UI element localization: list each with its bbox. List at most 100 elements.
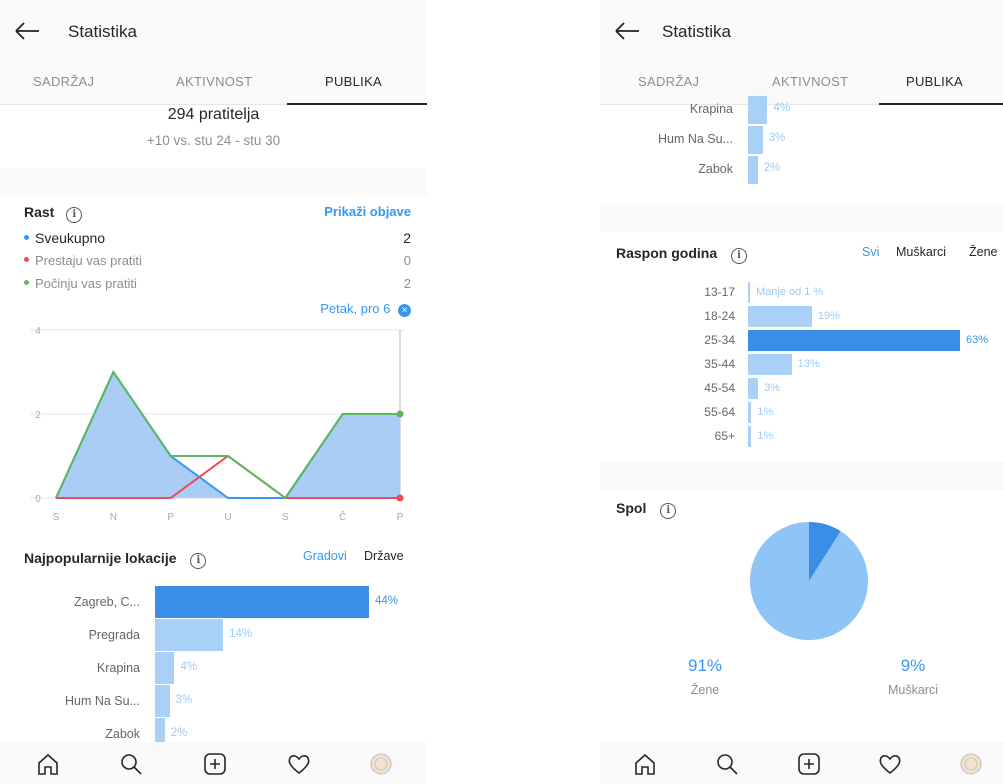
add-icon[interactable] <box>202 752 228 776</box>
section-divider <box>600 204 1003 232</box>
home-icon[interactable] <box>632 752 658 776</box>
age-label: 35-44 <box>704 357 735 371</box>
location-bar <box>155 586 369 618</box>
follow-point <box>396 410 404 418</box>
back-arrow-icon[interactable] <box>14 22 40 40</box>
tab-audience[interactable]: PUBLIKA <box>325 74 382 89</box>
search-icon[interactable] <box>118 752 144 776</box>
age-bar <box>748 354 792 375</box>
age-bar <box>748 306 812 327</box>
age-pct: 3% <box>764 382 780 394</box>
tab-activity[interactable]: AKTIVNOST <box>772 74 848 89</box>
legend-dot-red <box>24 257 29 263</box>
y-tick-label: 2 <box>35 410 41 421</box>
age-bar <box>748 330 960 351</box>
gender-title: Spol i <box>616 500 677 519</box>
profile-avatar[interactable] <box>368 752 394 776</box>
male-label: Muškarci <box>887 683 938 697</box>
back-arrow-icon[interactable] <box>614 22 640 40</box>
home-icon[interactable] <box>35 752 61 776</box>
age-bar <box>748 282 750 303</box>
x-tick-label: U <box>224 512 231 523</box>
tab-content[interactable]: SADRŽAJ <box>33 74 94 89</box>
tab-active-indicator <box>287 103 427 105</box>
location-bar <box>155 685 170 717</box>
tab-bar: SADRŽAJ AKTIVNOST PUBLIKA <box>0 62 427 105</box>
age-label: 55-64 <box>704 405 735 419</box>
follower-change: +10 vs. stu 24 - stu 30 <box>146 133 281 148</box>
y-tick-label: 4 <box>35 326 41 337</box>
section-divider <box>0 168 427 196</box>
growth-title: Rast i <box>24 204 83 223</box>
age-pct: 1% <box>757 430 774 442</box>
location-label: Krapina <box>96 661 140 675</box>
x-tick-label: S <box>282 512 289 523</box>
info-icon[interactable]: i <box>731 248 748 264</box>
filter-women[interactable]: Žene <box>969 245 998 259</box>
header: Statistika <box>0 0 427 62</box>
location-pct: 2% <box>170 727 188 739</box>
age-label: 13-17 <box>704 285 735 299</box>
legend-dot-green <box>24 280 29 286</box>
bottom-nav <box>600 742 1003 784</box>
info-icon[interactable]: i <box>66 207 83 223</box>
heart-icon[interactable] <box>286 752 312 776</box>
search-icon[interactable] <box>714 752 740 776</box>
age-pct: 1% <box>757 406 774 418</box>
location-pct: 4% <box>180 661 198 673</box>
x-tick-label: Č <box>339 510 346 523</box>
age-pct: Manje od 1 % <box>756 286 824 298</box>
add-icon[interactable] <box>796 752 822 776</box>
location-pct: 2% <box>763 162 781 174</box>
x-tick-label: P <box>397 512 404 523</box>
y-tick-label: 0 <box>35 494 41 505</box>
tab-activity[interactable]: AKTIVNOST <box>176 74 252 89</box>
info-icon[interactable]: i <box>660 503 677 519</box>
show-posts-link[interactable]: Prikaži objave <box>324 204 411 219</box>
close-icon[interactable]: × <box>398 304 411 317</box>
tab-audience[interactable]: PUBLIKA <box>906 74 963 89</box>
header: Statistika <box>600 0 1003 62</box>
age-pct: 13% <box>797 358 820 370</box>
location-bar <box>155 619 224 651</box>
legend-value: 2 <box>403 230 411 246</box>
location-label: Zagreb, C... <box>74 595 140 609</box>
location-label: Zabok <box>105 727 140 741</box>
selected-day-label: Petak, pro 6 <box>320 301 391 316</box>
filter-all[interactable]: Svi <box>862 245 879 259</box>
filter-countries[interactable]: Države <box>364 549 404 563</box>
filter-cities[interactable]: Gradovi <box>303 549 347 563</box>
location-pct: 4% <box>773 102 791 114</box>
heart-icon[interactable] <box>877 752 903 776</box>
age-pct: 19% <box>817 310 840 322</box>
age-label: 45-54 <box>704 381 735 395</box>
gender-pie-chart <box>750 522 868 640</box>
legend-row-follow: Počinju vas pratiti 2 <box>24 276 411 291</box>
growth-chart[interactable]: 0 2 4 S N P U S Č P <box>0 318 427 528</box>
legend-dot-blue <box>24 234 29 240</box>
location-label: Pregrada <box>88 628 140 642</box>
age-bar <box>748 378 759 399</box>
age-label: 65+ <box>714 429 735 443</box>
age-pct: 63% <box>966 334 989 346</box>
legend-value: 0 <box>403 253 411 268</box>
tab-content[interactable]: SADRŽAJ <box>638 74 699 89</box>
location-label: Hum Na Su... <box>657 132 733 146</box>
unfollow-point <box>396 494 404 502</box>
info-icon[interactable]: i <box>190 553 207 569</box>
age-title-text: Raspon godina <box>616 245 718 261</box>
filter-men[interactable]: Muškarci <box>896 245 946 259</box>
profile-avatar[interactable] <box>958 752 984 776</box>
x-tick-label: S <box>53 512 60 523</box>
location-pct: 3% <box>175 694 193 706</box>
legend-label: Počinju vas pratiti <box>35 276 137 291</box>
growth-title-text: Rast <box>24 204 55 220</box>
selected-day-chip[interactable]: Petak, pro 6 × <box>320 301 411 317</box>
location-pct: 3% <box>768 132 786 144</box>
location-bar <box>748 96 768 124</box>
location-label: Zabok <box>698 162 733 176</box>
age-bar <box>748 402 752 423</box>
legend-label: Prestaju vas pratiti <box>35 253 142 268</box>
locations-title: Najpopularnije lokacije i <box>24 550 207 569</box>
gender-title-text: Spol <box>616 500 647 516</box>
